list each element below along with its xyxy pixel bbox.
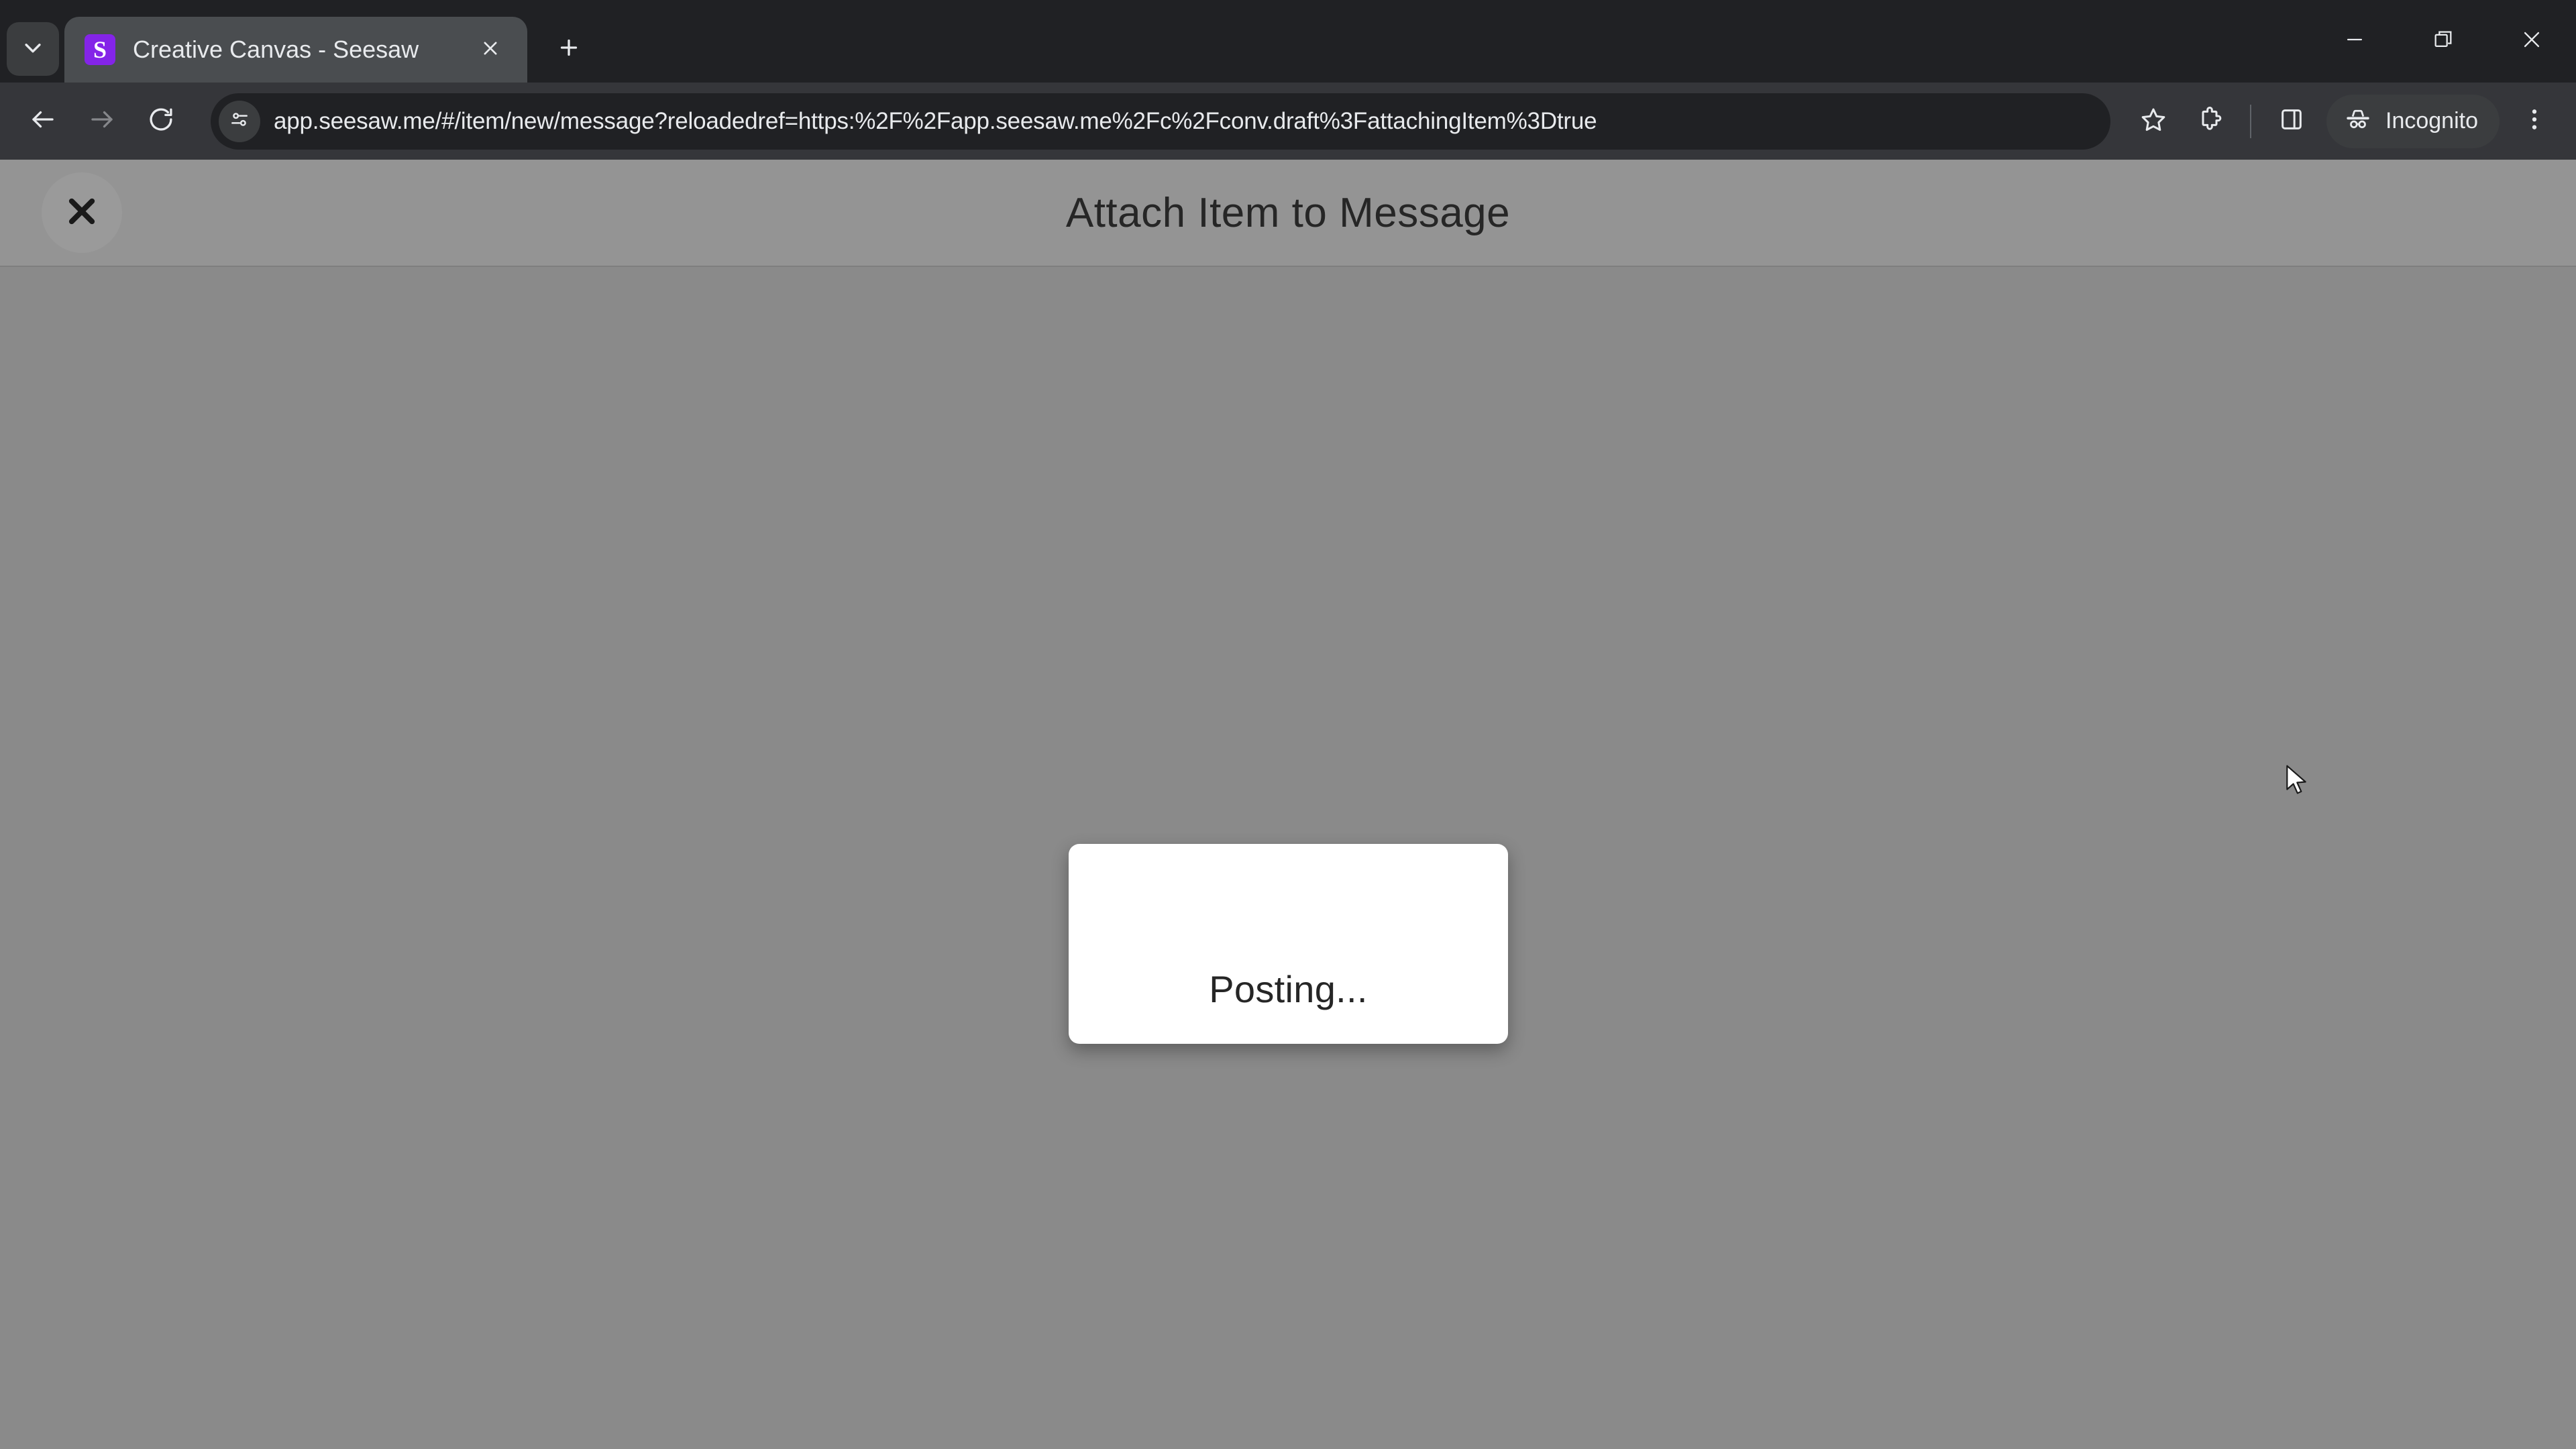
window-minimize-button[interactable] — [2310, 0, 2399, 83]
window-controls — [2310, 0, 2576, 83]
page-header: Attach Item to Message — [0, 160, 2576, 267]
browser-menu-button[interactable] — [2506, 93, 2563, 150]
tab-title: Creative Canvas - Seesaw — [133, 36, 419, 63]
extensions-button[interactable] — [2182, 93, 2238, 150]
new-tab-button[interactable] — [545, 25, 593, 73]
incognito-label: Incognito — [2385, 108, 2478, 133]
page-title: Attach Item to Message — [1065, 189, 1511, 236]
forward-button[interactable] — [72, 92, 131, 151]
mouse-cursor — [2284, 765, 2312, 798]
chevron-down-icon — [21, 36, 44, 62]
close-icon — [63, 193, 101, 233]
loading-spinner-icon — [1255, 877, 1336, 1018]
side-panel-button[interactable] — [2263, 93, 2320, 150]
tune-icon — [229, 109, 250, 133]
restore-icon — [2432, 28, 2455, 54]
puzzle-icon — [2196, 106, 2223, 136]
tab-search-button[interactable] — [7, 22, 59, 76]
side-panel-icon — [2278, 106, 2305, 136]
browser-window: S Creative Canvas - Seesaw app.seesaw.me… — [0, 0, 2576, 1449]
posting-status-label: Posting... — [1209, 967, 1368, 1010]
seesaw-favicon-icon: S — [85, 34, 115, 65]
favicon-letter: S — [93, 36, 107, 63]
back-button[interactable] — [13, 92, 72, 151]
page-content-area: Posting... — [0, 268, 2576, 1449]
window-close-button[interactable] — [2487, 0, 2576, 83]
close-modal-button[interactable] — [42, 172, 122, 253]
posting-status-modal: Posting... — [1069, 844, 1508, 1044]
page-viewport: Attach Item to Message Posting... — [0, 160, 2576, 1449]
plus-icon — [557, 36, 581, 63]
tab-strip: S Creative Canvas - Seesaw — [0, 0, 2576, 83]
site-settings-button[interactable] — [219, 100, 260, 142]
minimize-icon — [2343, 28, 2366, 54]
arrow-left-icon — [29, 105, 57, 137]
reload-button[interactable] — [131, 92, 191, 151]
close-icon — [2520, 28, 2543, 54]
reload-icon — [147, 105, 175, 137]
tab-close-button[interactable] — [471, 30, 510, 69]
browser-toolbar: app.seesaw.me/#/item/new/message?reloade… — [0, 83, 2576, 160]
three-dot-menu-icon — [2521, 106, 2548, 136]
toolbar-divider — [2250, 104, 2251, 138]
window-maximize-button[interactable] — [2399, 0, 2487, 83]
browser-tab[interactable]: S Creative Canvas - Seesaw — [64, 17, 527, 83]
arrow-right-icon — [88, 105, 116, 137]
incognito-indicator[interactable]: Incognito — [2326, 94, 2500, 148]
close-icon — [481, 39, 500, 61]
address-bar[interactable]: app.seesaw.me/#/item/new/message?reloade… — [211, 93, 2110, 150]
incognito-icon — [2344, 105, 2372, 137]
bookmark-button[interactable] — [2125, 93, 2182, 150]
star-icon — [2140, 106, 2167, 136]
url-input[interactable]: app.seesaw.me/#/item/new/message?reloade… — [274, 108, 2101, 135]
